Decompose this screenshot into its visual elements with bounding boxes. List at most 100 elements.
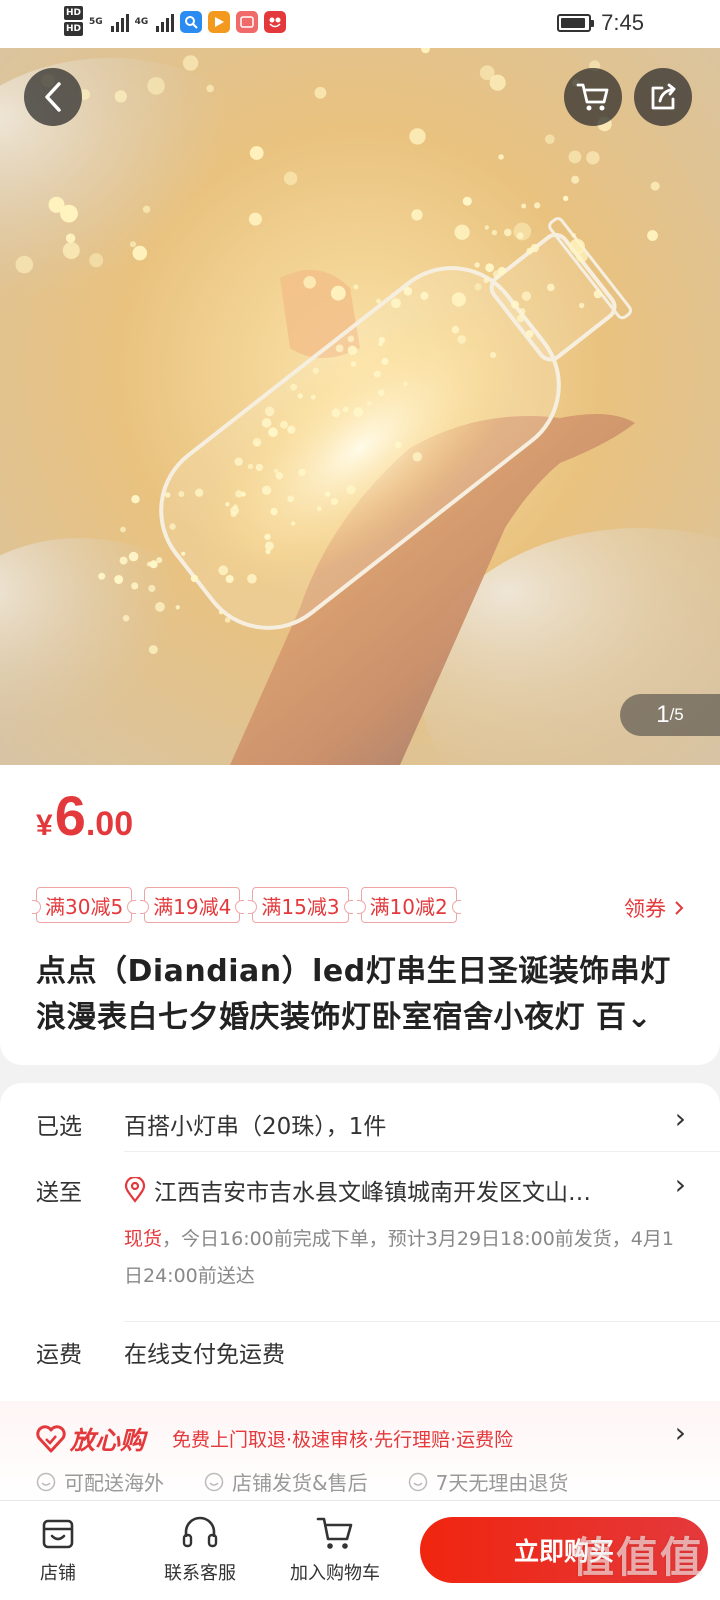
light-bulb — [270, 507, 278, 516]
background-light — [474, 283, 482, 291]
light-bulb — [490, 352, 497, 358]
store-icon — [42, 1519, 74, 1549]
light-bulb — [287, 495, 295, 503]
light-bulb — [335, 344, 344, 353]
hd-badge-1: HD — [64, 6, 84, 20]
watermark-url: zhizhizhi.com — [587, 1582, 689, 1600]
feature-label: 可配送海外 — [64, 1471, 164, 1495]
light-bulb — [367, 401, 372, 406]
light-bulb — [122, 614, 130, 622]
network-type-2: 4G — [134, 17, 149, 27]
assurance-logo-text: 放心购 — [70, 1426, 146, 1455]
light-bulb — [114, 575, 124, 584]
coupon-tag[interactable]: 满30减5 — [31, 887, 137, 923]
light-bulb — [521, 203, 527, 209]
background-light — [60, 204, 78, 223]
product-summary-card: ¥ 6 .00 满30减5 满19减4 满15减3 满10减2 领券 点点（Di… — [0, 765, 720, 1065]
battery-icon — [557, 14, 595, 32]
background-light — [303, 276, 317, 289]
address-line: 江西吉安市吉水县文峰镇城南开发区文山… — [124, 1173, 591, 1207]
selected-label: 已选 — [36, 1114, 82, 1140]
light-bulb — [234, 457, 243, 466]
product-details-card: 已选 百搭小灯串（20珠），1件 › 送至 江西吉安市吉水县文峰镇城南开发区文山… — [0, 1083, 720, 1501]
assurance-text: 免费上门取退·极速审核·先行理赔·运费险 — [172, 1429, 514, 1451]
light-bulb — [232, 504, 238, 510]
hd-indicators: HD HD — [64, 6, 84, 38]
light-bulb — [353, 284, 359, 290]
light-bulb — [525, 330, 534, 338]
light-bulb — [485, 263, 494, 273]
status-right: 7:45 — [557, 10, 644, 36]
light-bulb — [280, 420, 288, 429]
share-button[interactable] — [634, 68, 692, 126]
coupon-tag[interactable]: 满15减3 — [248, 887, 353, 923]
light-bulb — [571, 233, 576, 238]
light-bulb — [264, 533, 271, 540]
heart-shield-icon — [36, 1425, 66, 1453]
background-light — [586, 151, 600, 165]
light-bulb — [264, 406, 275, 417]
price-currency: ¥ — [36, 809, 53, 842]
light-bulb — [128, 551, 139, 562]
back-arrow-icon — [45, 82, 61, 112]
background-light — [314, 86, 327, 99]
light-bulb — [534, 202, 541, 209]
background-light — [114, 90, 127, 103]
smile-check-icon — [204, 1472, 224, 1491]
background-light — [147, 77, 165, 95]
cart-button[interactable] — [564, 68, 622, 126]
background-light — [129, 241, 137, 248]
light-bulb — [164, 492, 171, 498]
background-light — [65, 233, 76, 243]
background-light — [411, 209, 423, 221]
light-bulb — [265, 548, 271, 555]
light-bulb — [403, 381, 408, 387]
image-index: 1 — [656, 701, 670, 728]
feature-label: 店铺发货&售后 — [232, 1471, 368, 1495]
chevron-right-icon: › — [674, 1416, 686, 1449]
service-features: 可配送海外 店铺发货&售后 7天无理由退货 — [36, 1467, 568, 1496]
light-bulb — [261, 418, 272, 428]
light-bulb — [225, 502, 230, 507]
light-bulb — [483, 277, 490, 284]
divider — [124, 1151, 720, 1152]
product-title[interactable]: 点点（Diandian）led灯串生日圣诞装饰串灯浪漫表白七夕婚庆装饰灯卧室宿舍… — [36, 949, 686, 1041]
assurance-section[interactable]: 放心购 免费上门取退·极速审核·先行理赔·运费险 › 可配送海外 店铺发货&售后… — [0, 1401, 720, 1501]
status-left: HD HD 5G 4G — [64, 6, 287, 38]
status-time: 7:45 — [601, 10, 644, 35]
product-image-carousel[interactable]: 1/5 — [0, 48, 720, 765]
light-bulb — [120, 526, 126, 533]
light-bulb — [516, 314, 525, 323]
store-button[interactable]: 店铺 — [40, 1515, 76, 1585]
light-bulb — [148, 645, 158, 655]
light-bulb — [493, 270, 501, 278]
coupon-tag[interactable]: 满19减4 — [140, 887, 245, 923]
light-bulb — [353, 407, 364, 417]
light-bulb — [526, 247, 534, 255]
light-bulb — [131, 582, 139, 590]
add-to-cart-button[interactable]: 加入购物车 — [290, 1515, 380, 1585]
light-bulb — [484, 225, 489, 230]
coupon-tag[interactable]: 满10减2 — [356, 887, 461, 923]
freight-value: 在线支付免运费 — [124, 1342, 285, 1368]
light-bulb — [420, 291, 429, 300]
address-text: 江西吉安市吉水县文峰镇城南开发区文山… — [154, 1180, 591, 1206]
customer-service-button[interactable]: 联系客服 — [164, 1515, 236, 1585]
status-bar: HD HD 5G 4G 7:45 — [0, 0, 720, 48]
light-bulb — [181, 551, 186, 556]
bottom-action-bar: 店铺 联系客服 加入购物车 立即购买 值值值 zhizhizhi.com — [0, 1500, 720, 1600]
product-photo — [0, 48, 720, 765]
light-bulb — [491, 229, 498, 236]
image-counter: 1/5 — [620, 694, 720, 736]
back-button[interactable] — [24, 68, 82, 126]
get-coupon-button[interactable]: 领券 — [624, 893, 684, 923]
light-bulb — [287, 425, 296, 434]
watermark: 值值值 zhizhizhi.com — [572, 1534, 704, 1600]
light-bulb — [331, 498, 338, 506]
delivery-info: 现货，今日16:00前完成下单，预计3月29日18:00前发货，4月1日24:0… — [124, 1221, 684, 1295]
light-bulb — [290, 383, 298, 391]
light-bulb — [175, 605, 180, 610]
background-light — [545, 134, 555, 144]
background-light — [62, 242, 80, 259]
light-bulb — [462, 196, 472, 206]
